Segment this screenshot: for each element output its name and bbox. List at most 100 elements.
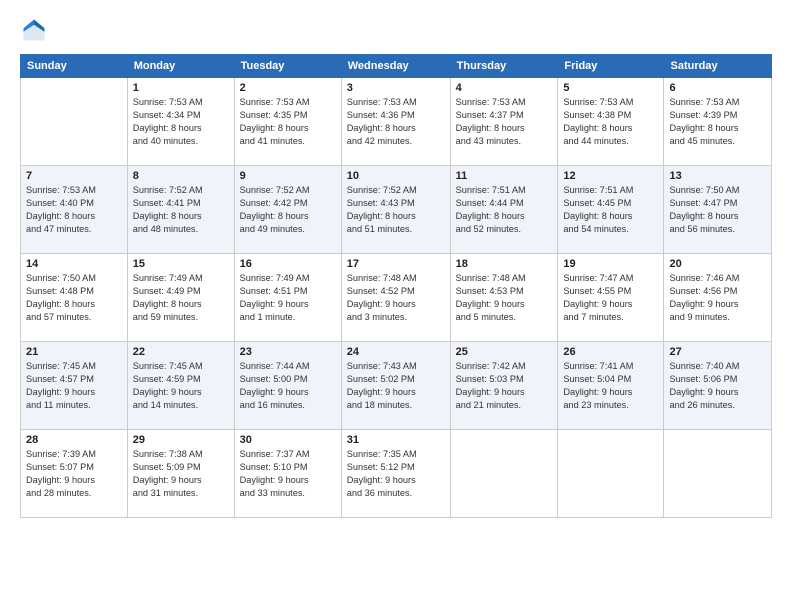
calendar-cell: 24 Sunrise: 7:43 AMSunset: 5:02 PMDayligh…: [341, 342, 450, 430]
day-number: 21: [26, 346, 122, 358]
calendar-cell: 16Sunrise: 7:49 AMSunset: 4:51 PMDayligh…: [234, 254, 341, 342]
header-row: SundayMondayTuesdayWednesdayThursdayFrid…: [21, 55, 772, 78]
day-number: 4: [456, 82, 553, 94]
day-number: 13: [669, 170, 766, 182]
calendar-cell: 2 Sunrise: 7:53 AMSunset: 4:35 PMDaylight…: [234, 78, 341, 166]
cell-info: Sunrise: 7:48 AMSunset: 4:53 PMDaylight:…: [456, 272, 553, 324]
cell-info: Sunrise: 7:53 AMSunset: 4:34 PMDaylight:…: [133, 96, 229, 148]
calendar-cell: 27 Sunrise: 7:40 AMSunset: 5:06 PMDayligh…: [664, 342, 772, 430]
day-number: 18: [456, 258, 553, 270]
cell-info: Sunrise: 7:51 AMSunset: 4:45 PMDaylight:…: [563, 184, 658, 236]
cell-info: Sunrise: 7:53 AMSunset: 4:39 PMDaylight:…: [669, 96, 766, 148]
calendar-cell: 15 Sunrise: 7:49 AMSunset: 4:49 PMDayligh…: [127, 254, 234, 342]
day-number: 3: [347, 82, 445, 94]
day-number: 27: [669, 346, 766, 358]
cell-info: Sunrise: 7:37 AMSunset: 5:10 PMDaylight:…: [240, 448, 336, 500]
day-number: 10: [347, 170, 445, 182]
calendar-cell: 25 Sunrise: 7:42 AMSunset: 5:03 PMDayligh…: [450, 342, 558, 430]
day-number: 14: [26, 258, 122, 270]
header-day-tuesday: Tuesday: [234, 55, 341, 78]
calendar-cell: 21Sunrise: 7:45 AMSunset: 4:57 PMDayligh…: [21, 342, 128, 430]
calendar-cell: 29Sunrise: 7:38 AMSunset: 5:09 PMDayligh…: [127, 430, 234, 518]
calendar-header: SundayMondayTuesdayWednesdayThursdayFrid…: [21, 55, 772, 78]
calendar-table: SundayMondayTuesdayWednesdayThursdayFrid…: [20, 54, 772, 518]
calendar-cell: 3 Sunrise: 7:53 AMSunset: 4:36 PMDaylight…: [341, 78, 450, 166]
cell-info: Sunrise: 7:35 AMSunset: 5:12 PMDaylight:…: [347, 448, 445, 500]
cell-info: Sunrise: 7:53 AMSunset: 4:40 PMDaylight:…: [26, 184, 122, 236]
day-number: 11: [456, 170, 553, 182]
calendar-cell: 23Sunrise: 7:44 AMSunset: 5:00 PMDayligh…: [234, 342, 341, 430]
calendar-cell: 9Sunrise: 7:52 AMSunset: 4:42 PMDaylight…: [234, 166, 341, 254]
day-number: 6: [669, 82, 766, 94]
cell-info: Sunrise: 7:43 AMSunset: 5:02 PMDaylight:…: [347, 360, 445, 412]
cell-info: Sunrise: 7:49 AMSunset: 4:49 PMDaylight:…: [133, 272, 229, 324]
header-day-wednesday: Wednesday: [341, 55, 450, 78]
calendar-cell: 22 Sunrise: 7:45 AMSunset: 4:59 PMDayligh…: [127, 342, 234, 430]
calendar-cell: 30Sunrise: 7:37 AMSunset: 5:10 PMDayligh…: [234, 430, 341, 518]
calendar-cell: 28 Sunrise: 7:39 AMSunset: 5:07 PMDayligh…: [21, 430, 128, 518]
cell-info: Sunrise: 7:39 AMSunset: 5:07 PMDaylight:…: [26, 448, 122, 500]
logo: [20, 16, 52, 44]
cell-info: Sunrise: 7:53 AMSunset: 4:37 PMDaylight:…: [456, 96, 553, 148]
cell-info: Sunrise: 7:52 AMSunset: 4:41 PMDaylight:…: [133, 184, 229, 236]
calendar-cell: 31 Sunrise: 7:35 AMSunset: 5:12 PMDayligh…: [341, 430, 450, 518]
calendar-cell: 13 Sunrise: 7:50 AMSunset: 4:47 PMDayligh…: [664, 166, 772, 254]
calendar-cell: 18 Sunrise: 7:48 AMSunset: 4:53 PMDayligh…: [450, 254, 558, 342]
cell-info: Sunrise: 7:41 AMSunset: 5:04 PMDaylight:…: [563, 360, 658, 412]
calendar-cell: [450, 430, 558, 518]
day-number: 26: [563, 346, 658, 358]
cell-info: Sunrise: 7:51 AMSunset: 4:44 PMDaylight:…: [456, 184, 553, 236]
week-row-1: 7 Sunrise: 7:53 AMSunset: 4:40 PMDaylight…: [21, 166, 772, 254]
day-number: 5: [563, 82, 658, 94]
calendar-cell: 1Sunrise: 7:53 AMSunset: 4:34 PMDaylight…: [127, 78, 234, 166]
calendar-cell: [558, 430, 664, 518]
cell-info: Sunrise: 7:42 AMSunset: 5:03 PMDaylight:…: [456, 360, 553, 412]
calendar-cell: 10Sunrise: 7:52 AMSunset: 4:43 PMDayligh…: [341, 166, 450, 254]
cell-info: Sunrise: 7:45 AMSunset: 4:59 PMDaylight:…: [133, 360, 229, 412]
day-number: 9: [240, 170, 336, 182]
day-number: 22: [133, 346, 229, 358]
page: SundayMondayTuesdayWednesdayThursdayFrid…: [0, 0, 792, 612]
calendar-cell: 19 Sunrise: 7:47 AMSunset: 4:55 PMDayligh…: [558, 254, 664, 342]
day-number: 25: [456, 346, 553, 358]
header-day-monday: Monday: [127, 55, 234, 78]
week-row-3: 21Sunrise: 7:45 AMSunset: 4:57 PMDayligh…: [21, 342, 772, 430]
cell-info: Sunrise: 7:53 AMSunset: 4:35 PMDaylight:…: [240, 96, 336, 148]
cell-info: Sunrise: 7:49 AMSunset: 4:51 PMDaylight:…: [240, 272, 336, 324]
calendar-cell: 17 Sunrise: 7:48 AMSunset: 4:52 PMDayligh…: [341, 254, 450, 342]
cell-info: Sunrise: 7:53 AMSunset: 4:38 PMDaylight:…: [563, 96, 658, 148]
day-number: 17: [347, 258, 445, 270]
calendar-cell: 8 Sunrise: 7:52 AMSunset: 4:41 PMDaylight…: [127, 166, 234, 254]
cell-info: Sunrise: 7:53 AMSunset: 4:36 PMDaylight:…: [347, 96, 445, 148]
day-number: 28: [26, 434, 122, 446]
week-row-4: 28 Sunrise: 7:39 AMSunset: 5:07 PMDayligh…: [21, 430, 772, 518]
day-number: 31: [347, 434, 445, 446]
header-day-friday: Friday: [558, 55, 664, 78]
calendar-cell: 7 Sunrise: 7:53 AMSunset: 4:40 PMDaylight…: [21, 166, 128, 254]
header-day-sunday: Sunday: [21, 55, 128, 78]
cell-info: Sunrise: 7:48 AMSunset: 4:52 PMDaylight:…: [347, 272, 445, 324]
day-number: 20: [669, 258, 766, 270]
calendar-cell: 11 Sunrise: 7:51 AMSunset: 4:44 PMDayligh…: [450, 166, 558, 254]
header-day-saturday: Saturday: [664, 55, 772, 78]
day-number: 8: [133, 170, 229, 182]
day-number: 23: [240, 346, 336, 358]
calendar-cell: 26 Sunrise: 7:41 AMSunset: 5:04 PMDayligh…: [558, 342, 664, 430]
calendar-cell: 12 Sunrise: 7:51 AMSunset: 4:45 PMDayligh…: [558, 166, 664, 254]
cell-info: Sunrise: 7:50 AMSunset: 4:47 PMDaylight:…: [669, 184, 766, 236]
calendar-cell: 5 Sunrise: 7:53 AMSunset: 4:38 PMDaylight…: [558, 78, 664, 166]
day-number: 19: [563, 258, 658, 270]
day-number: 7: [26, 170, 122, 182]
calendar-cell: 14 Sunrise: 7:50 AMSunset: 4:48 PMDayligh…: [21, 254, 128, 342]
logo-icon: [20, 16, 48, 44]
day-number: 2: [240, 82, 336, 94]
cell-info: Sunrise: 7:40 AMSunset: 5:06 PMDaylight:…: [669, 360, 766, 412]
cell-info: Sunrise: 7:50 AMSunset: 4:48 PMDaylight:…: [26, 272, 122, 324]
day-number: 12: [563, 170, 658, 182]
header-day-thursday: Thursday: [450, 55, 558, 78]
day-number: 24: [347, 346, 445, 358]
calendar-body: 1Sunrise: 7:53 AMSunset: 4:34 PMDaylight…: [21, 78, 772, 518]
day-number: 15: [133, 258, 229, 270]
cell-info: Sunrise: 7:47 AMSunset: 4:55 PMDaylight:…: [563, 272, 658, 324]
calendar-cell: 4 Sunrise: 7:53 AMSunset: 4:37 PMDaylight…: [450, 78, 558, 166]
